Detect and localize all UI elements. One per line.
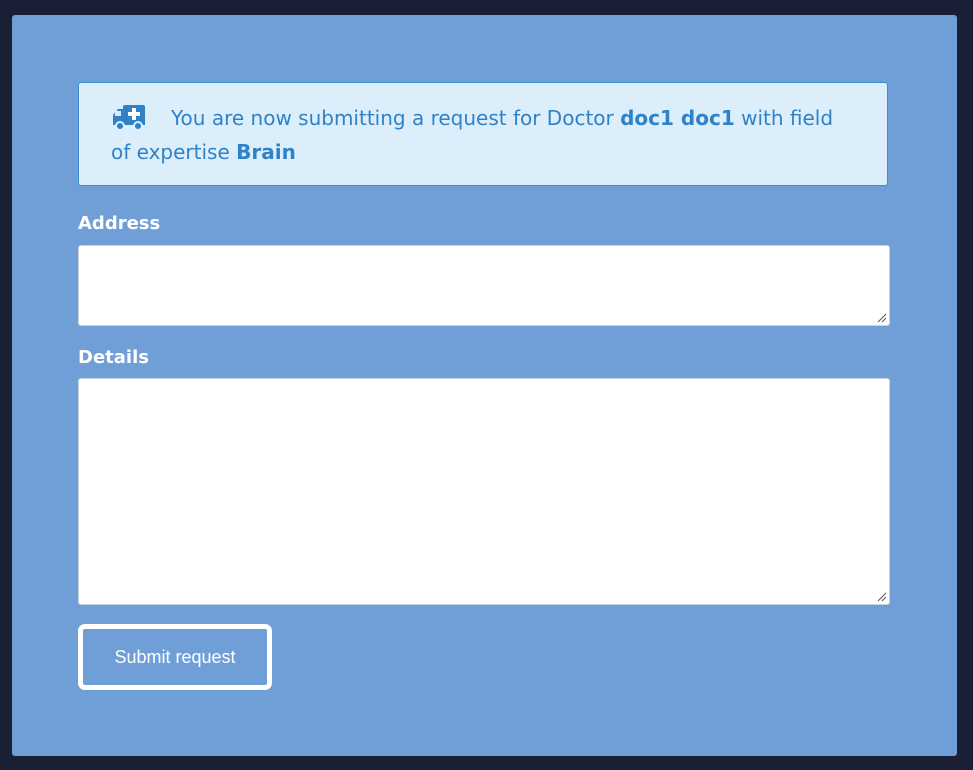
resize-grip-icon[interactable]: [877, 313, 887, 323]
details-label: Details: [78, 347, 149, 368]
address-textarea[interactable]: [78, 245, 890, 326]
request-info-alert: You are now submitting a request for Doc…: [78, 82, 888, 186]
address-label: Address: [78, 213, 161, 234]
submit-request-button[interactable]: Submit request: [78, 624, 272, 690]
expertise-field: Brain: [236, 140, 296, 164]
details-textarea[interactable]: [78, 378, 890, 605]
resize-grip-icon[interactable]: [877, 592, 887, 602]
alert-text-before: You are now submitting a request for Doc…: [171, 106, 621, 130]
ambulance-icon: [113, 105, 145, 131]
doctor-name: doc1 doc1: [620, 106, 735, 130]
request-panel: You are now submitting a request for Doc…: [12, 15, 957, 756]
